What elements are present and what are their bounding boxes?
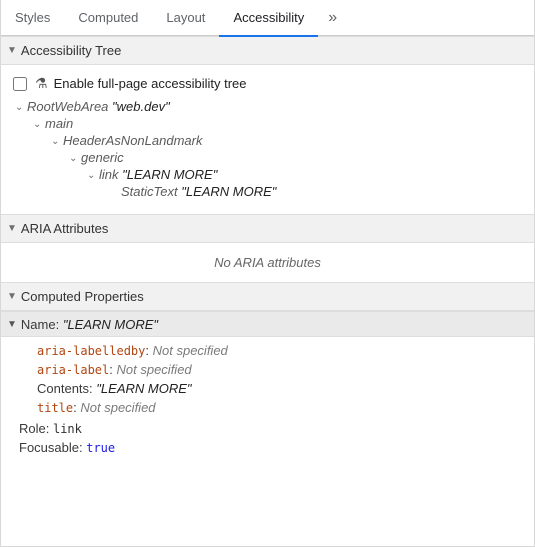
chevrons-right-icon: » xyxy=(328,9,337,26)
computed-focusable: Focusable: true xyxy=(1,438,534,457)
section-aria-header[interactable]: ▼ ARIA Attributes xyxy=(1,214,534,243)
disclosure-triangle-icon: ▼ xyxy=(7,223,17,234)
enable-full-page-label: Enable full-page accessibility tree xyxy=(54,76,247,91)
enable-full-page-checkbox[interactable] xyxy=(13,77,27,91)
twisty-icon: ⌄ xyxy=(69,153,81,164)
twisty-icon: ⌄ xyxy=(33,119,45,130)
twisty-icon: ⌄ xyxy=(87,170,99,181)
tab-computed[interactable]: Computed xyxy=(64,0,152,35)
section-title: ARIA Attributes xyxy=(21,221,108,236)
tree-node-static-text[interactable]: ⌄StaticText "LEARN MORE" xyxy=(109,183,530,200)
twisty-icon: ⌄ xyxy=(15,102,27,113)
section-title: Accessibility Tree xyxy=(21,43,121,58)
tab-layout[interactable]: Layout xyxy=(152,0,219,35)
disclosure-triangle-icon: ▼ xyxy=(7,291,17,302)
computed-name-row[interactable]: ▼ Name: "LEARN MORE" xyxy=(1,311,534,337)
enable-full-page-row: ⚗ Enable full-page accessibility tree xyxy=(5,71,530,98)
tab-styles[interactable]: Styles xyxy=(1,0,64,35)
tabs-bar: Styles Computed Layout Accessibility » xyxy=(1,0,534,36)
section-accessibility-tree-header[interactable]: ▼ Accessibility Tree xyxy=(1,36,534,65)
prop-aria-labelledby: aria-labelledby: Not specified xyxy=(1,341,534,360)
computed-role: Role: link xyxy=(1,419,534,438)
disclosure-triangle-icon: ▼ xyxy=(7,319,17,330)
disclosure-triangle-icon: ▼ xyxy=(7,45,17,56)
twisty-icon: ⌄ xyxy=(51,136,63,147)
tree-node-header[interactable]: ⌄HeaderAsNonLandmark xyxy=(51,132,530,149)
section-computed-header[interactable]: ▼ Computed Properties xyxy=(1,282,534,311)
tree-node-link[interactable]: ⌄link "LEARN MORE" xyxy=(87,166,530,183)
tree-node-generic[interactable]: ⌄generic xyxy=(69,149,530,166)
prop-title: title: Not specified xyxy=(1,398,534,417)
accessibility-panel: Styles Computed Layout Accessibility » ▼… xyxy=(0,0,535,547)
tree-node-root[interactable]: ⌄RootWebArea "web.dev" xyxy=(15,98,530,115)
computed-name-sources: aria-labelledby: Not specified aria-labe… xyxy=(1,337,534,419)
section-title: Computed Properties xyxy=(21,289,144,304)
tab-accessibility[interactable]: Accessibility xyxy=(219,0,318,37)
accessibility-tree: ⌄RootWebArea "web.dev" ⌄main ⌄HeaderAsNo… xyxy=(5,98,530,208)
flask-icon: ⚗ xyxy=(35,75,48,92)
tree-node-main[interactable]: ⌄main xyxy=(33,115,530,132)
accessibility-tree-body: ⚗ Enable full-page accessibility tree ⌄R… xyxy=(1,65,534,214)
tab-overflow-button[interactable]: » xyxy=(318,9,347,27)
prop-contents: Contents: "LEARN MORE" xyxy=(1,379,534,398)
aria-empty-message: No ARIA attributes xyxy=(1,243,534,282)
prop-aria-label: aria-label: Not specified xyxy=(1,360,534,379)
